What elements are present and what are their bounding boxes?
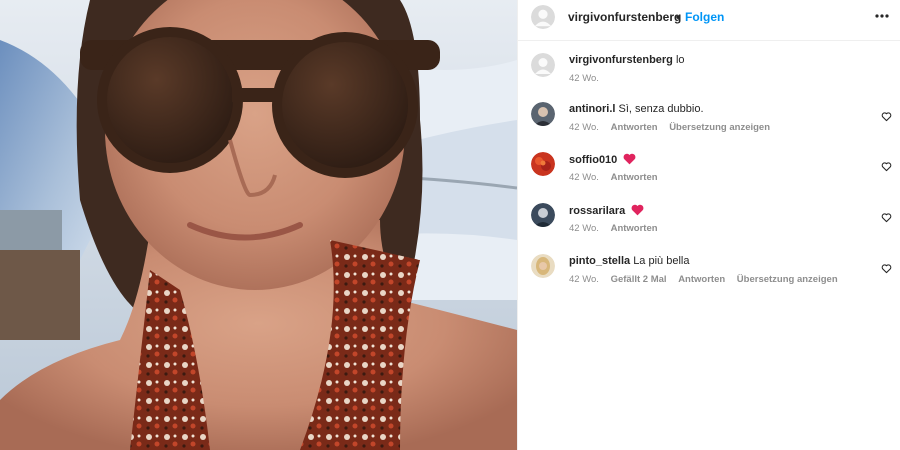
like-heart-icon[interactable] (881, 261, 892, 279)
reply-button[interactable]: Antworten (611, 122, 658, 133)
comment-item: soffio010 42 Wo. Antworten (518, 152, 900, 192)
reply-button[interactable]: Antworten (611, 172, 658, 183)
author-username[interactable]: virgivonfurstenberg (568, 10, 681, 24)
caption-meta: 42 Wo. (569, 73, 608, 84)
follow-button[interactable]: Folgen (685, 10, 724, 24)
more-horizontal-icon[interactable] (874, 8, 890, 29)
header-separator: • (676, 10, 681, 24)
commenter-avatar[interactable] (531, 254, 555, 278)
post-caption: virgivonfurstenberg lo 42 Wo. (518, 53, 900, 93)
translate-button[interactable]: Übersetzung anzeigen (669, 122, 770, 133)
caption-text: lo (675, 54, 685, 66)
comment-text: La più bella (633, 255, 690, 267)
like-heart-icon[interactable] (881, 109, 892, 127)
like-heart-icon[interactable] (881, 159, 892, 177)
post-photo[interactable] (0, 0, 517, 450)
default-avatar-icon (531, 5, 555, 29)
comment-text: Sì, senza dubbio. (618, 103, 704, 115)
comment-line: antinori.l Sì, senza dubbio. (569, 103, 704, 115)
comment-time[interactable]: 42 Wo. (569, 223, 599, 234)
comments-panel: virgivonfurstenberg • Folgen virgivonfur… (517, 0, 900, 450)
commenter-avatar[interactable] (531, 102, 555, 126)
comment-time[interactable]: 42 Wo. (569, 172, 599, 183)
selfie-image (0, 0, 517, 450)
default-avatar-icon (531, 53, 555, 77)
comment-meta: 42 Wo. Antworten Übersetzung anzeigen (569, 122, 779, 133)
likes-count[interactable]: Gefällt 2 Mal (611, 274, 667, 285)
commenter-avatar[interactable] (531, 152, 555, 176)
comment-meta: 42 Wo. Antworten (569, 223, 667, 234)
comment-line: pinto_stella La più bella (569, 255, 689, 267)
comment-username[interactable]: antinori.l (569, 103, 615, 115)
reply-button[interactable]: Antworten (678, 274, 725, 285)
comment-username[interactable]: pinto_stella (569, 255, 630, 267)
author-avatar[interactable] (531, 5, 555, 29)
commenter-avatar[interactable] (531, 203, 555, 227)
comment-username[interactable]: soffio010 (569, 154, 617, 166)
post-header: virgivonfurstenberg • Folgen (518, 0, 900, 41)
red-heart-emoji-icon (631, 204, 644, 219)
comment-line: rossarilara (569, 204, 644, 219)
translate-button[interactable]: Übersetzung anzeigen (737, 274, 838, 285)
reply-button[interactable]: Antworten (611, 223, 658, 234)
caption-username[interactable]: virgivonfurstenberg (569, 54, 673, 66)
like-heart-icon[interactable] (881, 210, 892, 228)
comment-meta: 42 Wo. Antworten (569, 172, 667, 183)
comment-item: antinori.l Sì, senza dubbio. 42 Wo. Antw… (518, 102, 900, 142)
caption-line: virgivonfurstenberg lo (569, 54, 685, 66)
comment-time[interactable]: 42 Wo. (569, 274, 599, 285)
red-heart-emoji-icon (623, 153, 636, 168)
comment-username[interactable]: rossarilara (569, 205, 625, 217)
caption-time[interactable]: 42 Wo. (569, 73, 599, 84)
comment-line: soffio010 (569, 153, 636, 168)
comment-item: pinto_stella La più bella 42 Wo. Gefällt… (518, 254, 900, 294)
comment-item: rossarilara 42 Wo. Antworten (518, 203, 900, 243)
comment-meta: 42 Wo. Gefällt 2 Mal Antworten Übersetzu… (569, 274, 847, 285)
comment-time[interactable]: 42 Wo. (569, 122, 599, 133)
caption-avatar[interactable] (531, 53, 555, 77)
